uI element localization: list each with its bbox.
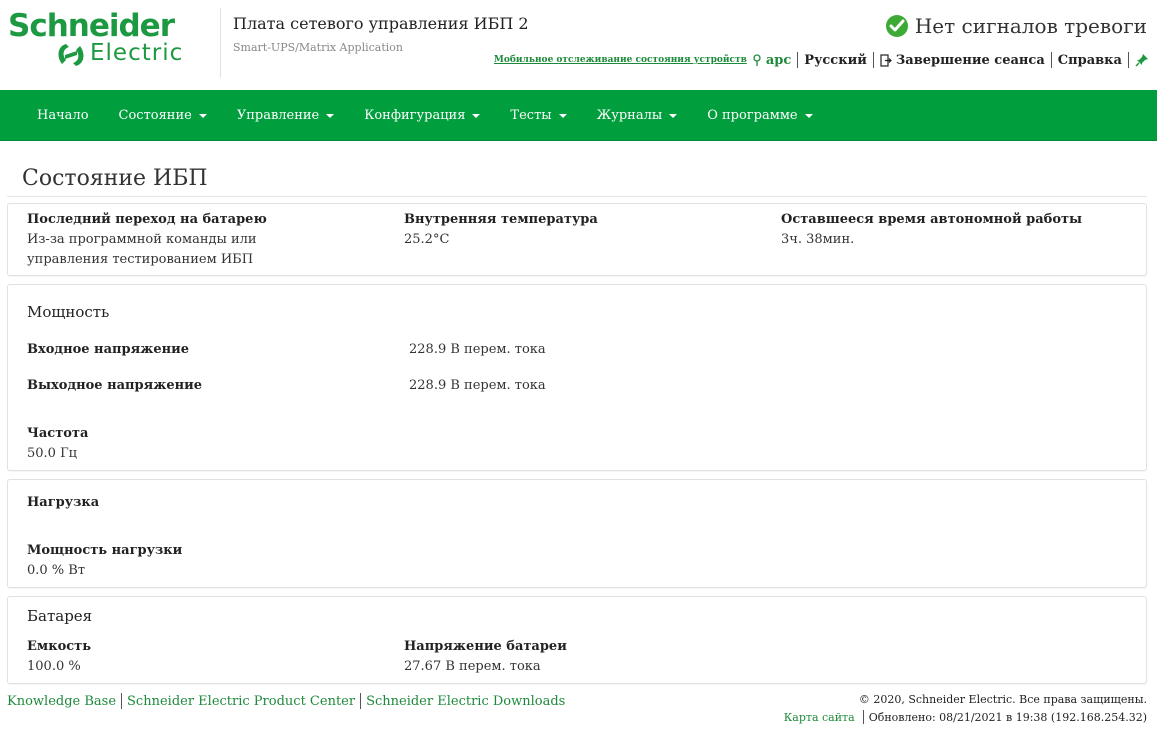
mobile-monitoring-link[interactable]: Мобильное отслеживание состояния устройс… xyxy=(494,55,747,65)
summary-panel: Последний переход на батарею Из-за прогр… xyxy=(7,203,1147,276)
user-menu[interactable]: apc xyxy=(752,53,791,68)
output-voltage-value: 228.9 В перем. тока xyxy=(409,378,546,393)
footer-info: Карта сайта Обновлено: 08/21/2021 в 19:3… xyxy=(784,710,1147,724)
nav-configuration-label: Конфигурация xyxy=(364,107,466,123)
caret-down-icon xyxy=(804,114,813,118)
footer-links: Knowledge Base Schneider Electric Produc… xyxy=(7,693,565,709)
footer-separator xyxy=(862,710,864,724)
nav-status-label: Состояние xyxy=(118,107,192,123)
schneider-logo[interactable]: Schneider Electric xyxy=(8,8,208,70)
nav-home-label: Начало xyxy=(37,107,89,123)
last-updated: Обновлено: 08/21/2021 в 19:38 (192.168.2… xyxy=(868,710,1147,724)
logout-link[interactable]: Завершение сеанса xyxy=(880,53,1045,68)
nav-tests-label: Тесты xyxy=(510,107,552,123)
power-panel: Мощность Входное напряжение 228.9 В пере… xyxy=(7,284,1147,471)
caret-down-icon xyxy=(669,114,678,118)
load-power-value: 0.0 % Вт xyxy=(27,563,86,578)
load-panel: Нагрузка Мощность нагрузки 0.0 % Вт xyxy=(7,479,1147,588)
power-heading: Мощность xyxy=(27,303,110,321)
caret-down-icon xyxy=(198,114,207,118)
user-name: apc xyxy=(765,52,792,68)
copyright: © 2020, Schneider Electric. Все права за… xyxy=(858,693,1147,706)
nav-home[interactable]: Начало xyxy=(22,90,104,141)
product-center-link[interactable]: Schneider Electric Product Center xyxy=(127,694,355,709)
app-title: Плата сетевого управления ИБП 2 xyxy=(233,14,529,33)
header-divider xyxy=(220,8,221,78)
nav-status[interactable]: Состояние xyxy=(104,90,222,141)
load-power-label: Мощность нагрузки xyxy=(27,543,183,558)
nav-tests[interactable]: Тесты xyxy=(495,90,581,141)
pin-icon[interactable] xyxy=(1135,53,1149,67)
title-divider xyxy=(7,196,1147,197)
help-link[interactable]: Справка xyxy=(1058,53,1122,68)
runtime-label: Оставшееся время автономной работы xyxy=(781,212,1083,227)
logout-icon xyxy=(880,53,892,67)
logo-mark-icon xyxy=(58,44,84,66)
logo-text-bottom: Electric xyxy=(90,40,184,66)
battery-voltage-value: 27.67 В перем. тока xyxy=(404,659,541,674)
load-heading: Нагрузка xyxy=(27,495,100,510)
alarm-status[interactable]: Нет сигналов тревоги xyxy=(885,14,1147,38)
alarm-status-text: Нет сигналов тревоги xyxy=(914,14,1147,38)
nav-logs[interactable]: Журналы xyxy=(582,90,693,141)
check-circle-icon xyxy=(885,15,908,37)
nav-control-label: Управление xyxy=(236,107,320,123)
header: Schneider Electric Плата сетевого управл… xyxy=(0,0,1157,90)
knowledge-base-link[interactable]: Knowledge Base xyxy=(7,694,116,709)
nav-about-label: О программе xyxy=(707,107,798,123)
internal-temp-label: Внутренняя температура xyxy=(404,212,598,227)
output-voltage-label: Выходное напряжение xyxy=(27,378,203,393)
app-subtitle: Smart-UPS/Matrix Application xyxy=(233,41,403,54)
user-icon xyxy=(753,53,761,66)
header-separator xyxy=(872,52,874,68)
sitemap-link[interactable]: Карта сайта xyxy=(784,711,855,724)
header-separator xyxy=(1050,52,1052,68)
downloads-link[interactable]: Schneider Electric Downloads xyxy=(366,694,565,709)
battery-panel: Батарея Емкость 100.0 % Напряжение батар… xyxy=(7,596,1147,684)
footer-separator xyxy=(360,693,362,709)
last-transfer-value: Из-за программной команды или управления… xyxy=(27,232,257,267)
last-transfer-label: Последний переход на батарею xyxy=(27,212,267,227)
input-voltage-value: 228.9 В перем. тока xyxy=(409,342,546,357)
nav-control[interactable]: Управление xyxy=(222,90,349,141)
caret-down-icon xyxy=(558,114,567,118)
capacity-value: 100.0 % xyxy=(27,659,81,674)
battery-heading: Батарея xyxy=(27,607,93,625)
capacity-label: Емкость xyxy=(27,639,92,654)
nav-logs-label: Журналы xyxy=(596,107,663,123)
logo-text-top: Schneider xyxy=(8,8,175,44)
page-title: Состояние ИБП xyxy=(22,166,208,191)
frequency-label: Частота xyxy=(27,426,89,441)
input-voltage-label: Входное напряжение xyxy=(27,342,190,357)
caret-down-icon xyxy=(472,114,481,118)
caret-down-icon xyxy=(326,114,335,118)
header-separator xyxy=(1128,52,1129,68)
battery-voltage-label: Напряжение батареи xyxy=(404,639,567,654)
language-link[interactable]: Русский xyxy=(804,53,867,68)
runtime-value: 3ч. 38мин. xyxy=(781,232,855,247)
internal-temp-value: 25.2°C xyxy=(404,232,450,247)
footer-separator xyxy=(121,693,123,709)
main-nav: Начало Состояние Управление Конфигурация… xyxy=(0,90,1157,141)
logout-label: Завершение сеанса xyxy=(895,52,1045,68)
header-links: Мобильное отслеживание состояния устройс… xyxy=(494,52,1149,68)
nav-configuration[interactable]: Конфигурация xyxy=(349,90,495,141)
header-separator xyxy=(797,52,799,68)
nav-about[interactable]: О программе xyxy=(692,90,827,141)
frequency-value: 50.0 Гц xyxy=(27,446,78,461)
